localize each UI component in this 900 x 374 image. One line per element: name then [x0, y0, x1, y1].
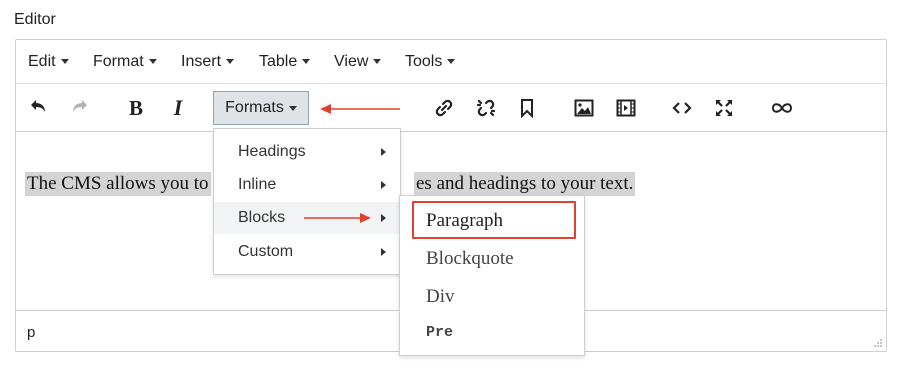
bookmark-icon: [521, 99, 533, 118]
menu-tools[interactable]: Tools: [405, 53, 456, 71]
link-icon: [435, 99, 453, 117]
element-path[interactable]: p: [27, 324, 35, 341]
formats-dropdown-button[interactable]: Formats: [213, 91, 309, 125]
content-paragraph-start: The CMS allows you to: [25, 172, 211, 196]
content-paragraph-end: es and headings to your text.: [414, 172, 636, 196]
fullscreen-button[interactable]: [710, 94, 738, 122]
code-icon: [672, 102, 692, 114]
chevron-down-icon: [60, 59, 69, 65]
submenu-item-label: Blockquote: [426, 248, 514, 269]
italic-button[interactable]: I: [164, 94, 192, 122]
menu-item-label: Custom: [238, 243, 294, 260]
chevron-down-icon: [288, 105, 297, 111]
chevron-right-icon: [381, 148, 386, 156]
chevron-down-icon: [373, 59, 382, 65]
formats-menu-item-headings[interactable]: Headings: [214, 136, 400, 168]
unlink-button[interactable]: [472, 94, 500, 122]
editor-toolbar: B I Formats: [16, 84, 886, 132]
editor-menubar: Edit Format Insert Table View Tools: [16, 40, 886, 84]
infinity-button[interactable]: [768, 94, 796, 122]
link-button[interactable]: [430, 94, 458, 122]
menu-item-label: Blocks: [238, 209, 286, 226]
menu-edit-label: Edit: [28, 53, 56, 70]
menu-table-label: Table: [259, 53, 298, 70]
chevron-down-icon: [302, 59, 311, 65]
menu-view[interactable]: View: [334, 53, 382, 71]
formats-menu: Headings Inline Blocks Custom: [213, 128, 401, 275]
chevron-down-icon: [447, 59, 456, 65]
menu-table[interactable]: Table: [259, 53, 311, 71]
redo-icon: [73, 100, 87, 112]
undo-button[interactable]: [24, 94, 52, 122]
redo-button[interactable]: [66, 94, 94, 122]
unlink-icon: [476, 99, 496, 117]
infinity-icon: [771, 103, 793, 113]
bookmark-button[interactable]: [513, 94, 541, 122]
submenu-item-div[interactable]: Div: [400, 279, 584, 315]
media-button[interactable]: [612, 94, 640, 122]
formats-menu-item-inline[interactable]: Inline: [214, 169, 400, 201]
code-button[interactable]: [668, 94, 696, 122]
chevron-down-icon: [148, 59, 157, 65]
chevron-right-icon: [381, 181, 386, 189]
menu-format-label: Format: [93, 53, 144, 70]
menu-insert[interactable]: Insert: [181, 53, 235, 71]
menu-insert-label: Insert: [181, 53, 222, 70]
chevron-down-icon: [226, 59, 235, 65]
menu-tools-label: Tools: [405, 53, 443, 70]
italic-icon: I: [173, 95, 183, 120]
image-button[interactable]: [570, 94, 598, 122]
submenu-item-label: Pre: [426, 324, 454, 341]
menu-item-label: Inline: [238, 176, 277, 193]
submenu-item-pre[interactable]: Pre: [400, 315, 584, 351]
menu-view-label: View: [334, 53, 369, 70]
fullscreen-icon: [716, 100, 732, 116]
undo-icon: [31, 100, 45, 112]
chevron-right-icon: [381, 214, 386, 222]
resize-grip-icon[interactable]: [873, 338, 883, 348]
image-icon: [574, 99, 594, 117]
bold-button[interactable]: B: [122, 94, 150, 122]
formats-label: Formats: [225, 99, 284, 116]
formats-menu-item-blocks[interactable]: Blocks: [214, 202, 400, 234]
menu-edit[interactable]: Edit: [28, 53, 69, 71]
submenu-item-blockquote[interactable]: Blockquote: [400, 241, 584, 277]
media-icon: [616, 99, 636, 117]
annotation-highlight-box: [412, 201, 576, 239]
editor-field-label: Editor: [14, 11, 56, 28]
submenu-item-label: Div: [426, 286, 455, 307]
bold-icon: B: [128, 95, 143, 120]
formats-menu-item-custom[interactable]: Custom: [214, 236, 400, 268]
chevron-right-icon: [381, 248, 386, 256]
menu-format[interactable]: Format: [93, 53, 157, 71]
menu-item-label: Headings: [238, 143, 306, 160]
